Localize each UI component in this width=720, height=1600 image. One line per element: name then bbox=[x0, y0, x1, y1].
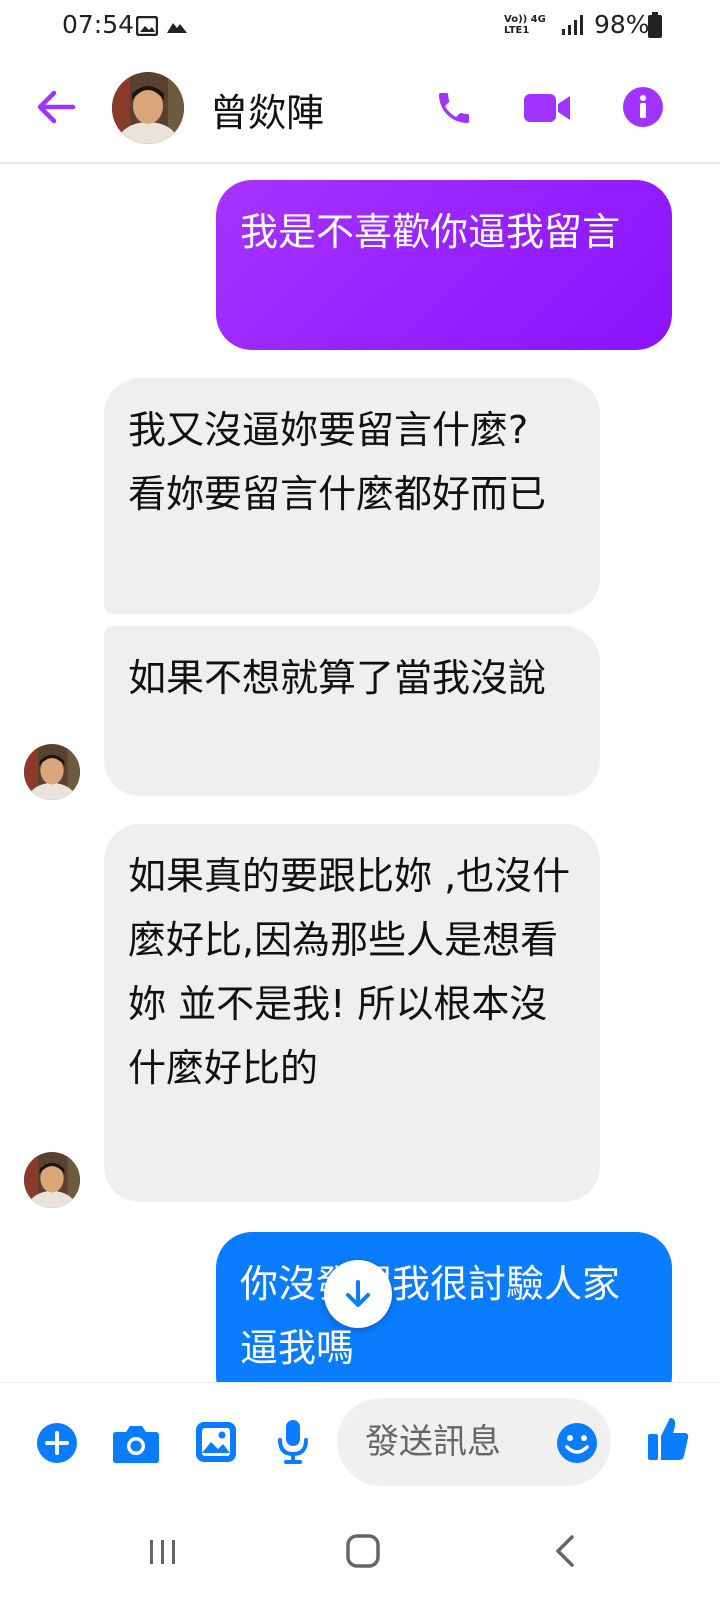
gallery-notification-icon bbox=[136, 16, 158, 36]
recent-apps-icon[interactable] bbox=[148, 1538, 178, 1566]
conversation-header: 曾欻陣 bbox=[0, 52, 720, 164]
network-type: Vo)) 4G LTE1 bbox=[504, 14, 546, 36]
contact-avatar[interactable] bbox=[112, 72, 184, 144]
contact-avatar-small[interactable] bbox=[24, 744, 80, 800]
battery-percent: 98% bbox=[594, 10, 650, 39]
phone-icon[interactable] bbox=[434, 88, 474, 128]
back-icon[interactable] bbox=[554, 1534, 576, 1568]
message-bubble-incoming[interactable]: 如果不想就算了當我沒說 bbox=[104, 626, 600, 796]
message-list[interactable]: 我是不喜歡你逼我留言 我又沒逼妳要留言什麼? 看妳要留言什麼都好而已 如果不想就… bbox=[0, 164, 720, 1382]
message-bubble-outgoing[interactable]: 我是不喜歡你逼我留言 bbox=[216, 180, 672, 350]
gallery-icon[interactable] bbox=[194, 1420, 238, 1464]
message-bubble-incoming[interactable]: 如果真的要跟比妳 ,也沒什麼好比,因為那些人是想看妳 並不是我! 所以根本沒什麼… bbox=[104, 824, 600, 1202]
status-time: 07:54 bbox=[62, 10, 135, 39]
message-bubble-incoming[interactable]: 我又沒逼妳要留言什麼? 看妳要留言什麼都好而已 bbox=[104, 378, 600, 614]
network-label-bottom: LTE1 bbox=[504, 25, 530, 36]
emoji-icon[interactable] bbox=[556, 1422, 598, 1464]
info-icon[interactable] bbox=[622, 86, 664, 128]
cloud-notification-icon bbox=[167, 23, 187, 33]
network-label-top: Vo)) 4G bbox=[504, 14, 546, 25]
message-bubble-outgoing[interactable]: 你沒發現我很討驗人家逼我嗎 bbox=[216, 1232, 672, 1382]
back-arrow-icon[interactable] bbox=[36, 90, 76, 124]
home-icon[interactable] bbox=[346, 1534, 380, 1568]
microphone-icon[interactable] bbox=[276, 1418, 310, 1466]
thumbs-up-icon[interactable] bbox=[646, 1414, 690, 1462]
status-bar: 07:54 Vo)) 4G LTE1 98% bbox=[0, 0, 720, 52]
video-call-icon[interactable] bbox=[524, 92, 572, 124]
camera-icon[interactable] bbox=[112, 1422, 160, 1464]
arrow-down-icon bbox=[346, 1280, 370, 1307]
battery-icon bbox=[648, 12, 662, 38]
contact-name[interactable]: 曾欻陣 bbox=[210, 82, 324, 137]
contact-avatar-small[interactable] bbox=[24, 1152, 80, 1208]
scroll-to-bottom-button[interactable] bbox=[324, 1260, 392, 1328]
system-navigation-bar bbox=[0, 1500, 720, 1600]
plus-icon[interactable] bbox=[36, 1422, 78, 1464]
signal-icon bbox=[562, 15, 583, 35]
